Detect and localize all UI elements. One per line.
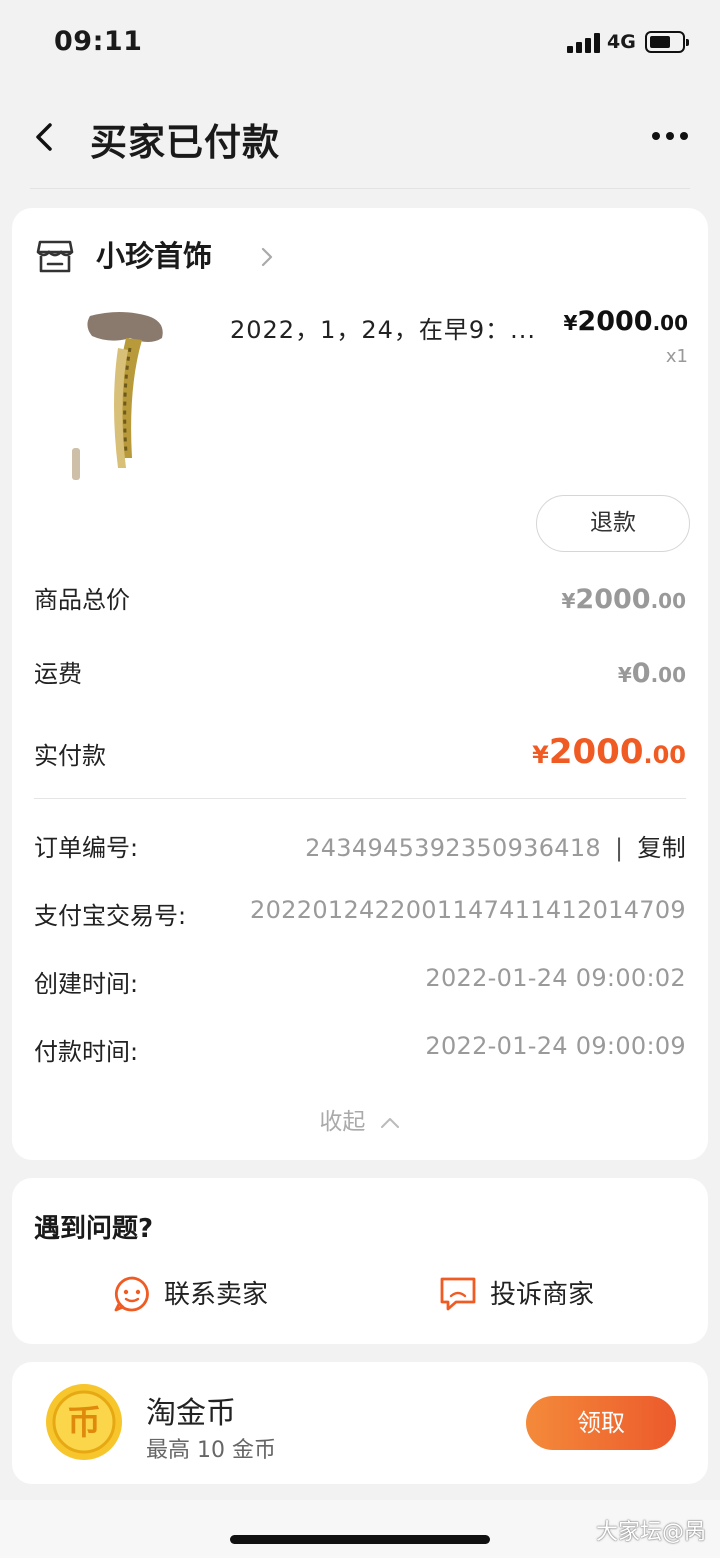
complain-seller-label: 投诉商家 xyxy=(490,1280,595,1310)
product-title[interactable]: 2022，1，24，在早9：... xyxy=(230,310,536,345)
product-image[interactable] xyxy=(70,308,182,488)
coin-subtitle: 最高 10 金币 xyxy=(146,1438,276,1463)
summary-divider xyxy=(34,798,686,799)
shop-icon xyxy=(36,240,74,273)
watermark: 大家坛@呙 xyxy=(595,1520,706,1545)
network-type: 4G xyxy=(607,31,636,53)
back-icon[interactable] xyxy=(34,122,56,152)
paid-time-label: 付款时间: xyxy=(34,1038,139,1066)
collapse-label: 收起 xyxy=(319,1109,366,1135)
help-card: 遇到问题? 联系卖家 投诉商家 xyxy=(12,1178,708,1344)
complaint-icon xyxy=(440,1277,476,1311)
page-title: 买家已付款 xyxy=(90,121,280,164)
order-number-label: 订单编号: xyxy=(34,834,139,862)
order-number: 2434945392350936418 xyxy=(305,834,601,862)
shipping-row: 运费 ¥0.00 xyxy=(34,654,686,694)
alipay-number-label: 支付宝交易号: xyxy=(34,902,187,930)
shipping-value: ¥0.00 xyxy=(617,658,686,689)
help-title: 遇到问题? xyxy=(34,1214,154,1244)
complain-seller-button[interactable]: 投诉商家 xyxy=(438,1274,638,1314)
shop-name: 小珍首饰 xyxy=(96,239,213,273)
copy-button[interactable]: 复制 xyxy=(637,834,686,862)
alipay-number-row: 支付宝交易号: 2022012422001147411412014709 xyxy=(34,896,686,936)
product-quantity: x1 xyxy=(665,346,688,367)
order-number-value: 2434945392350936418 | 复制 xyxy=(305,828,686,863)
shipping-label: 运费 xyxy=(34,660,82,688)
alipay-number-value: 2022012422001147411412014709 xyxy=(250,896,686,924)
shop-row[interactable]: 小珍首饰 xyxy=(36,238,436,278)
paid-time-row: 付款时间: 2022-01-24 09:00:09 xyxy=(34,1032,686,1072)
paid-row: 实付款 ¥2000.00 xyxy=(34,732,686,776)
coin-glyph: 币 xyxy=(67,1403,101,1443)
coin-title: 淘金币 xyxy=(146,1396,236,1431)
more-icon[interactable] xyxy=(650,132,690,142)
paid-time-value: 2022-01-24 09:00:09 xyxy=(425,1032,686,1060)
contact-seller-label: 联系卖家 xyxy=(164,1280,269,1310)
order-card: 小珍首饰 2022，1，24，在早9：... ¥2000.00 x1 退款 商品… xyxy=(12,208,708,1160)
price-integer: 2000 xyxy=(577,306,653,337)
paid-label: 实付款 xyxy=(34,742,106,770)
price-currency: ¥ xyxy=(563,311,578,335)
status-bar: 09:11 4G xyxy=(0,0,720,88)
chevron-up-icon xyxy=(380,1117,399,1128)
battery-icon xyxy=(645,31,689,53)
created-time-row: 创建时间: 2022-01-24 09:00:02 xyxy=(34,964,686,1004)
separator: | xyxy=(615,834,624,862)
paid-value: ¥2000.00 xyxy=(532,732,686,772)
header-divider xyxy=(30,188,690,189)
collapse-toggle[interactable]: 收起 xyxy=(12,1102,708,1136)
total-label: 商品总价 xyxy=(34,586,130,614)
signal-icon xyxy=(567,33,601,53)
refund-button[interactable]: 退款 xyxy=(536,495,690,552)
chevron-right-icon xyxy=(261,247,273,267)
header: 买家已付款 xyxy=(0,88,720,188)
created-time-label: 创建时间: xyxy=(34,970,139,998)
total-row: 商品总价 ¥2000.00 xyxy=(34,580,686,620)
total-value: ¥2000.00 xyxy=(561,584,686,615)
contact-seller-button[interactable]: 联系卖家 xyxy=(112,1274,312,1314)
claim-button[interactable]: 领取 xyxy=(526,1396,676,1450)
created-time-value: 2022-01-24 09:00:02 xyxy=(425,964,686,992)
gold-coin-icon: 币 xyxy=(46,1384,122,1460)
status-time: 09:11 xyxy=(54,26,143,57)
coin-card: 币 淘金币 最高 10 金币 领取 xyxy=(12,1362,708,1484)
product-price: ¥2000.00 xyxy=(563,306,688,337)
order-number-row: 订单编号: 2434945392350936418 | 复制 xyxy=(34,828,686,868)
price-decimal: .00 xyxy=(652,311,688,335)
chat-icon xyxy=(114,1276,149,1312)
home-indicator[interactable] xyxy=(230,1535,490,1544)
